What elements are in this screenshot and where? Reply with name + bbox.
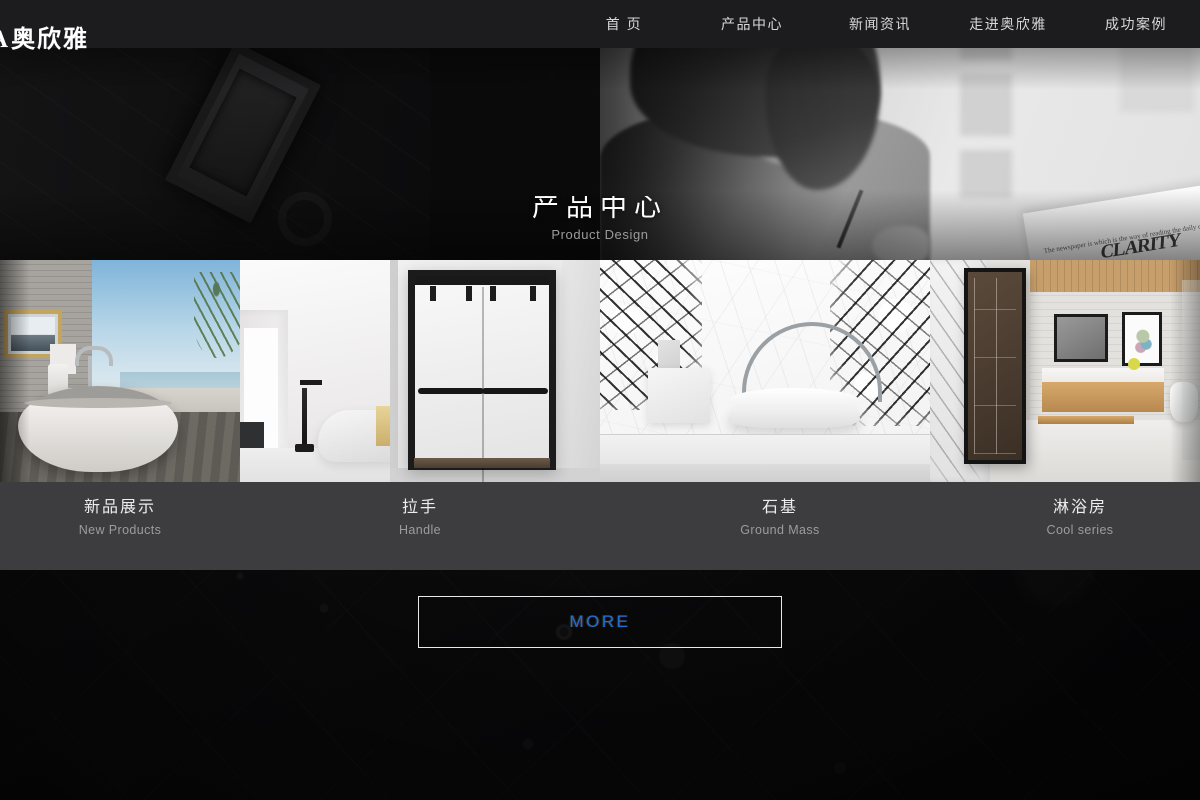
logo-mark-icon: A [0,27,8,52]
panel-shower-door [964,268,1026,464]
nav-item-news[interactable]: 新闻资讯 [816,0,944,48]
product-panel-new-products[interactable] [0,260,240,482]
panel-glass-partition [1182,280,1200,460]
panel-roller [430,286,436,301]
category-handle[interactable]: 拉手 Handle [240,496,600,538]
logo-brand-name: 奥欣雅 [11,25,90,53]
photo-frame [960,74,1012,136]
panel-dark-box [240,422,264,450]
product-panel-white-bathroom[interactable] [240,260,390,482]
category-label-en: Ground Mass [740,523,820,537]
photo-frame [960,150,1012,198]
hero-title-en: Product Design [551,227,649,242]
panel-bathtub [18,386,178,472]
hero-title-clip: 产品中心 [0,196,1200,222]
panel-door-divider [482,287,484,482]
category-label-cn: 新品展示 [83,497,156,516]
page-root: The newspaper is which is the way of rea… [0,0,1200,800]
panel-black-faucet [295,380,322,452]
hero-title-block: 产品中心 Product Design [0,196,1200,242]
panel-towel [376,406,390,446]
more-button-label: MORE [569,612,631,631]
top-navigation-bar: A 奥欣雅 首 页 产品中心 新闻资讯 走进奥欣雅 成功案例 [0,0,1200,52]
panel-roller [490,286,496,301]
nav-links: 首 页 产品中心 新闻资讯 走进奥欣雅 成功案例 [560,0,1200,48]
panel-plant [1128,358,1140,370]
panel-door-handle [482,388,548,394]
panel-floor [390,468,600,482]
panel-wall-right [562,260,600,482]
panel-door-sill [414,458,550,468]
nav-item-products[interactable]: 产品中心 [688,0,816,48]
product-panel-handle[interactable] [390,260,600,482]
category-cool-series[interactable]: 淋浴房 Cool series [960,496,1200,538]
category-label-en: Handle [398,523,441,537]
panel-shelf [1038,416,1134,424]
panel-wall-left [390,260,398,482]
panel-plant [194,272,240,358]
hero-title-cn: 产品中心 [532,196,668,222]
panel-roller [530,286,536,301]
category-label-bar: 新品展示 New Products 拉手 Handle 石基 Ground Ma… [0,482,1200,570]
more-button[interactable]: MORE [418,596,782,648]
nav-item-home[interactable]: 首 页 [560,0,688,48]
product-panel-cool-series[interactable] [930,260,1200,482]
panel-wood-ceiling [1030,260,1200,296]
panel-roller [466,286,472,301]
nav-item-cases[interactable]: 成功案例 [1072,0,1200,48]
panel-vanity-cabinet [1042,382,1164,412]
product-panel-ground-mass[interactable] [600,260,930,482]
panel-mirror [1054,314,1108,362]
panel-framed-art [1122,312,1162,366]
site-logo[interactable]: A 奥欣雅 [0,24,89,54]
category-label-cn: 拉手 [401,497,438,516]
category-label-cn: 淋浴房 [1052,497,1107,516]
category-label-cn: 石基 [761,497,798,516]
category-ground-mass[interactable]: 石基 Ground Mass [600,496,960,538]
product-image-strip [0,260,1200,482]
panel-door-handle [418,388,484,394]
panel-top-rail [415,276,549,285]
panel-floor-edge [600,464,930,482]
nav-item-about[interactable]: 走进奥欣雅 [944,0,1072,48]
category-new-products[interactable]: 新品展示 New Products [0,496,240,538]
category-label-en: New Products [78,523,162,537]
category-label-en: Cool series [1046,523,1114,537]
panel-stone-block [648,368,710,423]
panel-stone-podium-top [728,388,860,414]
